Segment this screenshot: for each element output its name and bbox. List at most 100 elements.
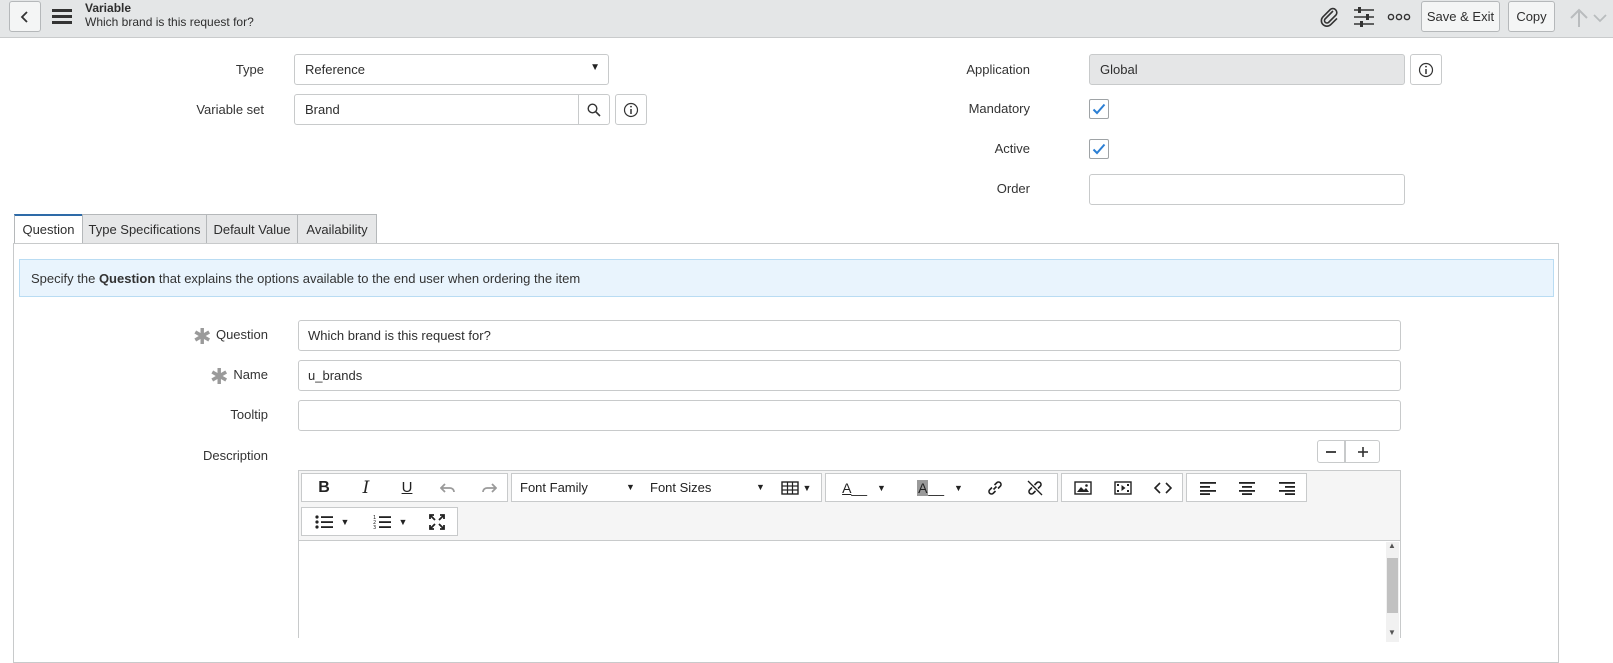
info-message: Specify the Question that explains the o…	[19, 259, 1554, 297]
tooltip-label: Tooltip	[230, 407, 268, 422]
redo-icon	[482, 482, 497, 493]
source-code-button[interactable]	[1146, 474, 1180, 501]
bold-button[interactable]: B	[308, 474, 340, 501]
toolbar-group-media	[1061, 473, 1183, 502]
font-family-select[interactable]: Font Family ▼	[520, 474, 638, 501]
caret-down-icon: ▼	[802, 482, 812, 493]
undo-icon	[440, 482, 455, 493]
caret-down-icon: ▼	[756, 482, 765, 492]
application-info-button[interactable]	[1410, 54, 1442, 85]
undo-button[interactable]	[432, 474, 464, 501]
back-button[interactable]	[9, 1, 41, 32]
back-icon	[20, 10, 28, 23]
table-icon	[780, 480, 799, 495]
name-input[interactable]: u_brands	[298, 360, 1401, 391]
insert-image-button[interactable]	[1066, 474, 1100, 501]
info-suffix: that explains the options available to t…	[155, 270, 581, 286]
align-left-button[interactable]	[1190, 474, 1226, 501]
menu-icon	[52, 9, 72, 24]
type-label: Type	[235, 62, 264, 77]
application-label: Application	[966, 62, 1030, 77]
previous-record-button[interactable]	[1568, 7, 1590, 29]
numbered-list-button[interactable]: 123 ▼	[366, 508, 414, 535]
next-record-button[interactable]	[1592, 10, 1608, 26]
image-icon	[1074, 480, 1092, 495]
question-input[interactable]: Which brand is this request for?	[298, 320, 1401, 351]
info-bold: Question	[98, 270, 156, 286]
text-color-button[interactable]: A __ ▼	[834, 474, 894, 501]
video-icon	[1114, 480, 1132, 495]
mandatory-label: Mandatory	[968, 101, 1030, 116]
caret-down-icon: ▼	[340, 516, 350, 527]
personalize-form-button[interactable]	[1352, 6, 1376, 28]
copy-button[interactable]: Copy	[1508, 1, 1555, 32]
font-sizes-select[interactable]: Font Sizes ▼	[650, 474, 770, 501]
align-left-icon	[1200, 481, 1216, 495]
type-select[interactable]: Reference ▼	[294, 54, 609, 85]
settings-sliders-icon	[1354, 7, 1374, 27]
description-textarea[interactable]	[299, 540, 1400, 642]
tab-type-specifications[interactable]: Type Specifications	[82, 214, 207, 244]
variable-set-info-button[interactable]	[615, 94, 647, 125]
info-icon	[1418, 62, 1434, 77]
tab-default-value[interactable]: Default Value	[206, 214, 298, 244]
plus-icon	[1357, 446, 1368, 457]
align-right-button[interactable]	[1269, 474, 1305, 501]
variable-set-value: Brand	[305, 102, 340, 117]
type-value: Reference	[305, 62, 365, 77]
background-color-button[interactable]: A __ ▼	[910, 474, 970, 501]
save-exit-button[interactable]: Save & Exit	[1421, 1, 1500, 32]
tab-question[interactable]: Question	[14, 214, 83, 244]
align-center-button[interactable]	[1229, 474, 1265, 501]
tab-availability[interactable]: Availability	[297, 214, 377, 244]
redo-button[interactable]	[473, 474, 505, 501]
required-icon: ✱	[193, 324, 212, 349]
mandatory-checkbox[interactable]	[1089, 99, 1109, 119]
fullscreen-button[interactable]	[420, 508, 454, 535]
code-icon	[1154, 481, 1172, 494]
bullet-list-button[interactable]: ▼	[308, 508, 356, 535]
insert-link-button[interactable]	[978, 474, 1012, 501]
unlink-button[interactable]	[1018, 474, 1052, 501]
order-input[interactable]	[1089, 174, 1405, 205]
record-type: Variable	[85, 1, 132, 15]
checkmark-icon	[1092, 103, 1106, 115]
scroll-down-icon[interactable]: ▼	[1388, 628, 1396, 637]
italic-icon: I	[362, 477, 370, 498]
record-title: Which brand is this request for?	[85, 15, 254, 29]
minus-icon	[1326, 450, 1336, 453]
more-icon	[1387, 13, 1411, 21]
numbered-list-icon: 123	[373, 515, 391, 530]
grow-editor-button[interactable]	[1345, 440, 1380, 463]
chevron-down-icon	[1593, 14, 1607, 23]
caret-down-icon: ▼	[626, 482, 635, 492]
up-arrow-icon	[1570, 8, 1588, 27]
table-button[interactable]: ▼	[774, 474, 818, 501]
question-value: Which brand is this request for?	[308, 328, 491, 343]
menu-button[interactable]	[51, 6, 73, 28]
scroll-up-icon[interactable]: ▲	[1388, 541, 1396, 550]
more-options-button[interactable]	[1387, 8, 1411, 26]
info-prefix: Specify the	[31, 270, 99, 286]
bullet-list-icon	[314, 514, 333, 529]
dropdown-arrow-icon: ▼	[590, 62, 600, 73]
shrink-editor-button[interactable]	[1317, 440, 1345, 463]
active-checkbox[interactable]	[1089, 139, 1109, 159]
toolbar-group-format: B I U	[301, 473, 508, 502]
insert-video-button[interactable]	[1106, 474, 1140, 501]
attachments-button[interactable]	[1318, 6, 1340, 28]
info-icon	[623, 102, 639, 117]
font-sizes-label: Font Sizes	[650, 480, 712, 495]
variable-set-lookup-button[interactable]	[578, 94, 610, 125]
name-label: Name	[233, 367, 268, 382]
tooltip-input[interactable]	[298, 400, 1401, 431]
form-header: Variable Which brand is this request for…	[0, 0, 1613, 38]
active-label: Active	[994, 141, 1030, 156]
underline-button[interactable]: U	[391, 474, 423, 501]
editor-scrollbar-thumb[interactable]	[1387, 558, 1398, 613]
search-icon	[587, 102, 601, 117]
italic-button[interactable]: I	[350, 474, 382, 501]
fullscreen-icon	[429, 513, 445, 530]
variable-set-input[interactable]: Brand	[294, 94, 579, 125]
bold-icon: B	[318, 478, 330, 496]
